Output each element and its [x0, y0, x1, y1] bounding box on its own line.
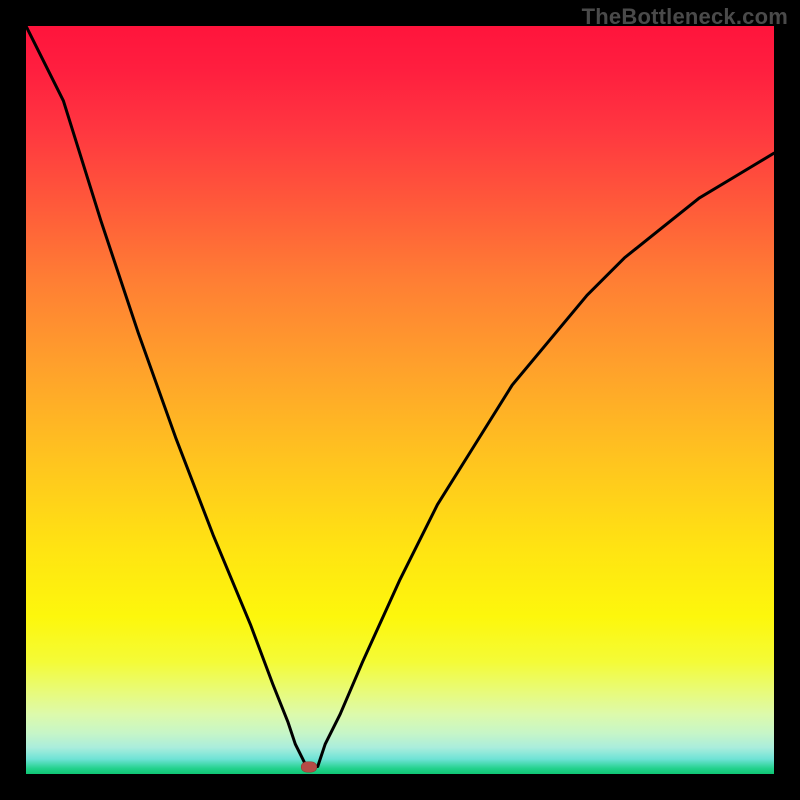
- chart-frame: TheBottleneck.com: [0, 0, 800, 800]
- plot-area: [26, 26, 774, 774]
- optimum-marker: [301, 761, 317, 772]
- watermark-text: TheBottleneck.com: [582, 4, 788, 30]
- curve-path: [26, 26, 774, 767]
- curve-layer: [26, 26, 774, 774]
